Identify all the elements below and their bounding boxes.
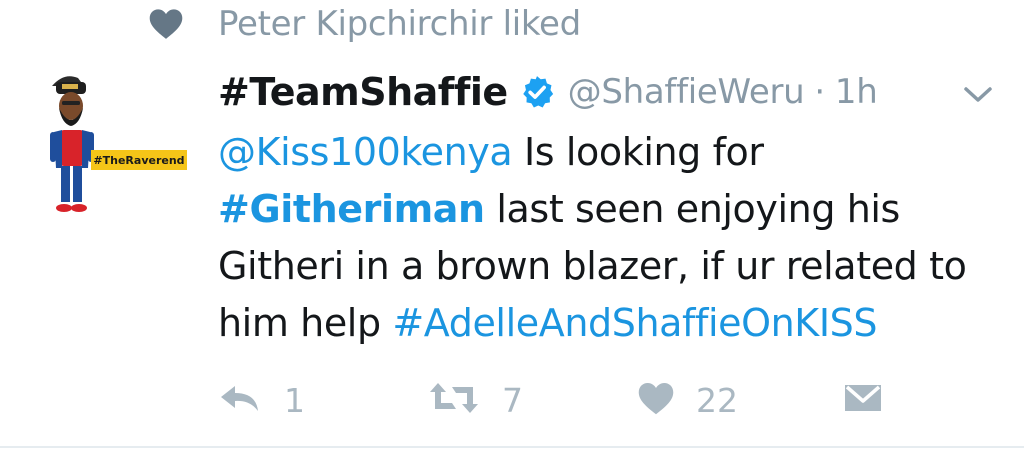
hashtag-link[interactable]: #AdelleAndShaffieOnKISS [392,301,877,345]
tweet-text: @Kiss100kenya Is looking for #Githeriman… [218,124,988,352]
social-context-text: Peter Kipchirchir liked [218,4,581,44]
user-handle[interactable]: @ShaffieWeru [568,72,805,112]
reply-icon [218,383,262,417]
reply-count: 1 [284,380,305,420]
avatar[interactable]: #TheRaverend [44,68,194,228]
mention-link[interactable]: @Kiss100kenya [218,130,513,174]
tweet-timestamp[interactable]: 1h [835,72,878,112]
heart-icon [148,6,184,42]
social-context: Peter Kipchirchir liked [148,2,581,46]
verified-badge-icon [520,75,554,109]
heart-icon [638,382,674,419]
tweet-header: #TeamShaffie @ShaffieWeru · 1h [218,66,878,118]
separator-dot: · [814,72,825,112]
tweet-actions: 1 7 22 [218,372,918,428]
tweet-text-part: Is looking for [512,130,764,174]
reply-button[interactable]: 1 [218,372,305,428]
retweet-icon [428,381,480,419]
like-count: 22 [696,380,738,420]
retweet-button[interactable]: 7 [428,372,523,428]
svg-text:#TheRaverend: #TheRaverend [93,154,184,167]
chevron-down-icon[interactable] [958,78,998,112]
like-button[interactable]: 22 [638,372,738,428]
display-name[interactable]: #TeamShaffie [218,70,508,114]
envelope-icon [843,381,883,419]
retweet-count: 7 [502,380,523,420]
divider [0,446,1024,448]
tweet-card[interactable]: Peter Kipchirchir liked #TheRaverend #Te… [0,0,1024,449]
direct-message-button[interactable] [843,372,883,428]
hashtag-link[interactable]: #Githeriman [218,187,485,231]
